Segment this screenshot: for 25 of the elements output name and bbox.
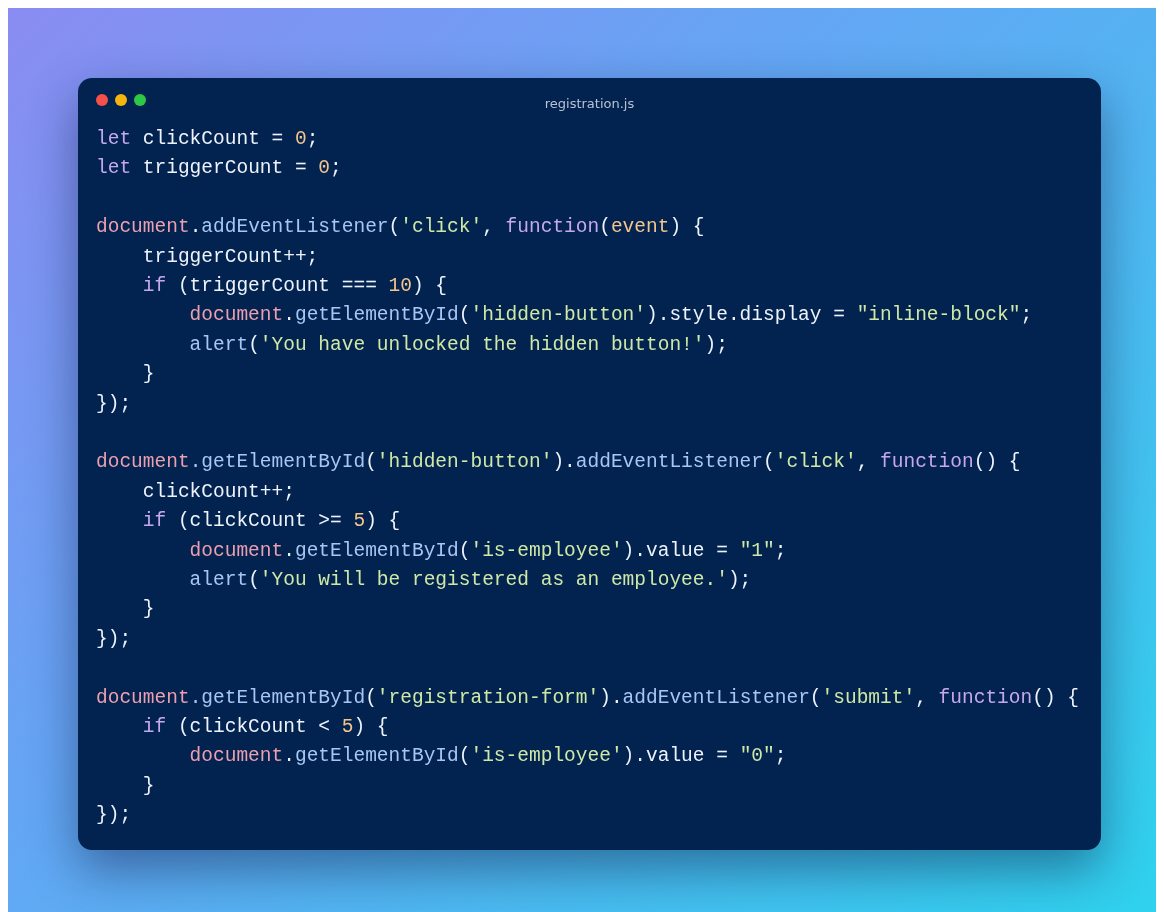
code-line: let triggerCount = 0;: [96, 156, 342, 182]
code-line: });: [96, 803, 132, 829]
code-line: }: [142, 362, 155, 388]
code-line: if (clickCount < 5) {: [142, 715, 389, 741]
code-line: document.getElementById('registration-form').addEventListener('submit', function() {: [96, 685, 1079, 711]
code-line: document.getElementById('hidden-button').style.display = "inline-block";: [189, 303, 1033, 329]
code-line: if (clickCount >= 5) {: [142, 509, 401, 535]
minimize-icon[interactable]: [115, 94, 127, 106]
code-line: clickCount++;: [142, 479, 295, 505]
code-line: }: [142, 597, 155, 623]
code-line: document.getElementById('is-employee').value = "0";: [189, 744, 787, 770]
code-line: alert('You have unlocked the hidden button!');: [189, 332, 728, 358]
code-line: document.getElementById('hidden-button').addEventListener('click', function() {: [96, 450, 1021, 476]
window-title: registration.js: [544, 94, 635, 111]
close-icon[interactable]: [96, 94, 108, 106]
code-line: triggerCount++;: [142, 244, 319, 270]
code-line: });: [96, 391, 132, 417]
code-line: alert('You will be registered as an employee.');: [189, 568, 752, 594]
code-line: });: [96, 626, 132, 652]
code-line: let clickCount = 0;: [96, 127, 319, 152]
code-line: document.getElementById('is-employee').value = "1";: [189, 538, 787, 564]
maximize-icon[interactable]: [134, 94, 146, 106]
code-line: }: [142, 773, 155, 799]
code-line: if (triggerCount === 10) {: [142, 274, 448, 299]
code-line: document.addEventListener('click', function(event) {: [96, 215, 705, 241]
